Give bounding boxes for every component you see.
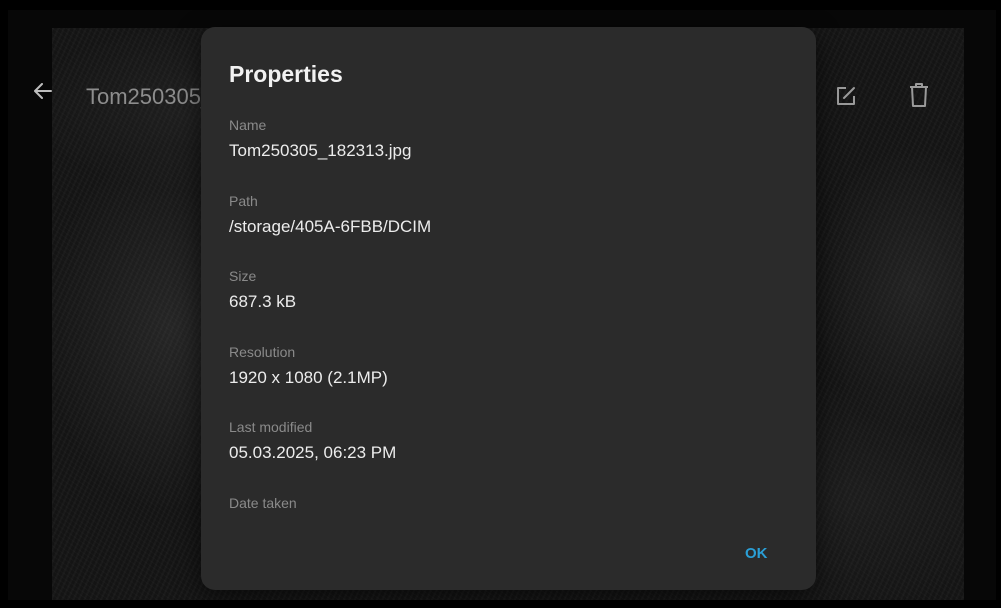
property-resolution: Resolution 1920 x 1080 (2.1MP) bbox=[229, 344, 388, 388]
file-title: Tom250305_182313.jpg bbox=[86, 84, 210, 109]
property-label: Size bbox=[229, 268, 257, 284]
edit-button[interactable] bbox=[834, 84, 860, 110]
property-size: Size 687.3 kB bbox=[229, 268, 296, 312]
property-name: Name Tom250305_182313.jpg bbox=[229, 117, 411, 161]
property-label: Date taken bbox=[229, 495, 297, 511]
property-value: 687.3 kB bbox=[229, 292, 297, 311]
dialog-title: Properties bbox=[229, 61, 343, 87]
property-value: /storage/405A-6FBB/DCIM bbox=[229, 217, 432, 236]
property-label: Name bbox=[229, 117, 267, 133]
property-label: Resolution bbox=[229, 344, 296, 360]
trash-icon bbox=[910, 83, 928, 107]
property-value: Tom250305_182313.jpg bbox=[229, 141, 412, 160]
property-path: Path /storage/405A-6FBB/DCIM bbox=[229, 193, 431, 237]
property-value: 1920 x 1080 (2.1MP) bbox=[229, 368, 388, 387]
property-last-modified: Last modified 05.03.2025, 06:23 PM bbox=[229, 419, 396, 463]
back-button[interactable] bbox=[30, 78, 56, 104]
property-label: Path bbox=[229, 193, 258, 209]
delete-button[interactable] bbox=[908, 82, 934, 110]
arrow-left-icon bbox=[34, 83, 52, 99]
property-date-taken: Date taken bbox=[229, 495, 297, 519]
property-value: 05.03.2025, 06:23 PM bbox=[229, 443, 397, 462]
ok-button[interactable]: OK bbox=[741, 543, 772, 564]
edit-icon bbox=[837, 87, 855, 105]
properties-dialog: Properties Name Tom250305_182313.jpg Pat… bbox=[201, 27, 816, 590]
property-label: Last modified bbox=[229, 419, 313, 435]
